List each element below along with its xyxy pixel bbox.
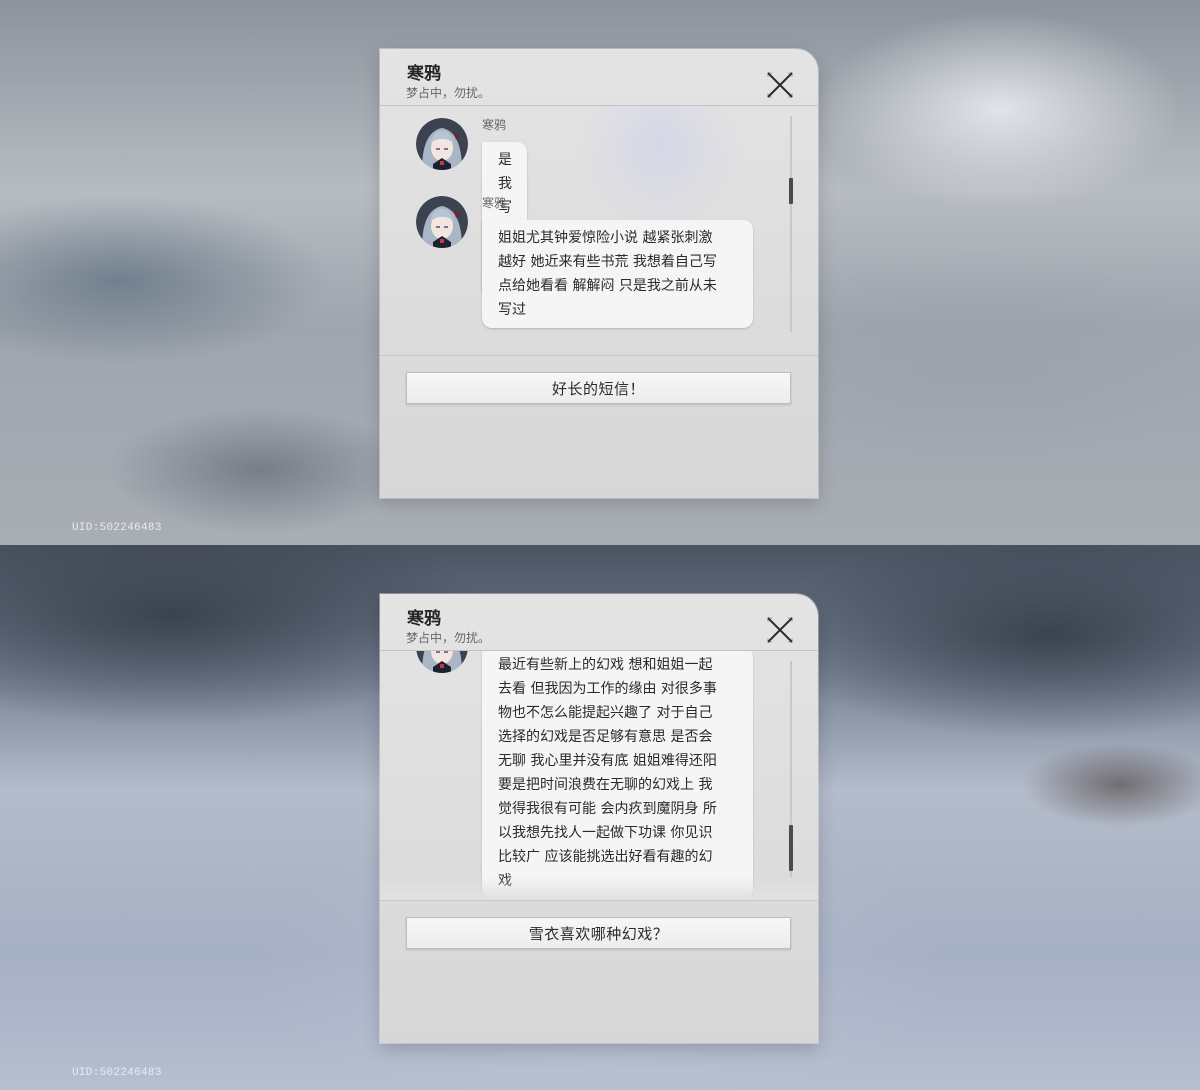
divider	[380, 355, 818, 356]
message-line: 姐姐尤其钟爱惊险小说 越紧张刺激	[498, 230, 713, 246]
message-line: 去看 但我因为工作的缘由 对很多事	[498, 681, 717, 697]
message-bubble: 姐姐尤其钟爱惊险小说 越紧张刺激 越好 她近来有些书荒 我想着自己写 点给她看看…	[482, 220, 753, 328]
message-line: 写过	[498, 302, 526, 318]
chat-dialog: 寒鸦 梦占中，勿扰。	[380, 594, 818, 1043]
message-sender: 寒鸦	[482, 196, 507, 210]
scrollbar-thumb[interactable]	[789, 178, 793, 204]
reply-option-label: 好长的短信！	[551, 379, 645, 398]
message-line: 觉得我很有可能 会内疚到魔阴身 所	[498, 801, 717, 817]
reply-option-button[interactable]: 雪衣喜欢哪种幻戏？	[406, 917, 791, 949]
dialog-header: 寒鸦 梦占中，勿扰。	[380, 49, 818, 106]
chat-dialog: 寒鸦 梦占中，勿扰。	[380, 49, 818, 498]
message-line: 最近有些新上的幻戏 想和姐姐一起	[498, 657, 713, 673]
message-bubble: 最近有些新上的幻戏 想和姐姐一起 去看 但我因为工作的缘由 对很多事 物也不怎么…	[482, 651, 753, 899]
avatar-portrait-icon	[416, 196, 468, 248]
message-list[interactable]: 最近有些新上的幻戏 想和姐姐一起 去看 但我因为工作的缘由 对很多事 物也不怎么…	[380, 651, 818, 900]
message-line: 选择的幻戏是否足够有意思 是否会	[498, 729, 713, 745]
message-line: 越好 她近来有些书荒 我想着自己写	[498, 254, 717, 270]
dialog-header: 寒鸦 梦占中，勿扰。	[380, 594, 818, 651]
scrollbar[interactable]	[789, 116, 793, 332]
uid-label: UID:502246483	[72, 522, 162, 534]
divider	[380, 900, 818, 901]
contact-status: 梦占中，勿扰。	[406, 86, 491, 100]
contact-name: 寒鸦	[407, 609, 441, 629]
contact-status: 梦占中，勿扰。	[406, 631, 491, 645]
screen-2: 寒鸦 梦占中，勿扰。 最近有些新上的幻戏 想和姐姐一起 去看 但我因为工作的缘由…	[0, 545, 1200, 1090]
screen-1: 寒鸦 梦占中，勿扰。 寒鸦 是我写 寒鸦 姐姐尤其钟爱惊险小说 越紧张刺激 越好…	[0, 0, 1200, 545]
close-x-icon	[767, 617, 793, 643]
reply-option-button[interactable]: 好长的短信！	[406, 372, 791, 404]
message-line: 以我想先找人一起做下功课 你见识	[498, 825, 713, 841]
close-button[interactable]	[766, 71, 794, 99]
message-sender: 寒鸦	[482, 118, 507, 132]
message-line: 比较广 应该能挑选出好看有趣的幻	[498, 849, 713, 865]
message-line: 点给她看看 解解闷 只是我之前从未	[498, 278, 717, 294]
message-line: 要是把时间浪费在无聊的幻戏上 我	[498, 777, 713, 793]
message-list[interactable]: 寒鸦 是我写的 小说	[380, 106, 818, 355]
reply-option-label: 雪衣喜欢哪种幻戏？	[528, 924, 669, 943]
message-line: 无聊 我心里并没有底 姐姐难得还阳	[498, 753, 717, 769]
close-x-icon	[767, 72, 793, 98]
contact-name: 寒鸦	[407, 64, 441, 84]
close-button[interactable]	[766, 616, 794, 644]
scrollbar-thumb[interactable]	[789, 825, 793, 871]
uid-label: UID:502246483	[72, 1067, 162, 1079]
avatar-portrait-icon	[416, 118, 468, 170]
message-line: 戏	[498, 873, 512, 889]
scrollbar[interactable]	[789, 661, 793, 877]
message-line: 物也不怎么能提起兴趣了 对于自己	[498, 705, 713, 721]
